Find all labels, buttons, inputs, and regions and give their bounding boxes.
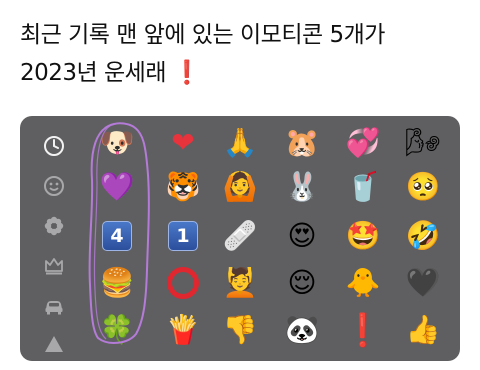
french-fries-emoji[interactable]: 🍟 — [163, 310, 203, 350]
face-massage-emoji[interactable]: 💆 — [220, 263, 260, 303]
tiger-emoji[interactable]: 🐯 — [163, 167, 203, 207]
folded-hands-emoji[interactable]: 🙏 — [220, 123, 260, 163]
caption-line-2-text: 2023년 운세래 — [20, 60, 166, 86]
star-struck-emoji[interactable]: 🤩 — [343, 216, 383, 256]
exclamation-icon: ❗ — [172, 60, 202, 86]
exclamation-emoji[interactable]: ❗ — [343, 310, 383, 350]
purple-heart-emoji[interactable]: 💜 — [97, 167, 137, 207]
four-leaf-clover-emoji[interactable]: 🍀 — [97, 310, 137, 350]
red-circle-shape — [167, 267, 199, 299]
dog-emoji[interactable]: 🐶 — [97, 123, 137, 163]
rolling-laughing-emoji[interactable]: 🤣 — [403, 216, 443, 256]
caption-line-2: 2023년 운세래 ❗ — [20, 54, 470, 92]
emoji-grid: 🐶 ❤ 🙏 🐹 💞 🌬 💜 🐯 🙆 🐰 🥤 🥺 4 1 🩹 😍 🤩 🤣 🍔 💆 … — [20, 116, 460, 361]
bandage-emoji[interactable]: 🩹 — [220, 216, 260, 256]
keycap-one-label: 1 — [168, 221, 198, 251]
caption-line-1: 최근 기록 맨 앞에 있는 이모티콘 5개가 — [20, 22, 385, 48]
red-heart-emoji[interactable]: ❤ — [163, 123, 203, 163]
hamster-emoji[interactable]: 🐹 — [282, 123, 322, 163]
thumbs-down-emoji[interactable]: 👎 — [220, 310, 260, 350]
emoji-keyboard: 🐶 ❤ 🙏 🐹 💞 🌬 💜 🐯 🙆 🐰 🥤 🥺 4 1 🩹 😍 🤩 🤣 🍔 💆 … — [20, 116, 460, 361]
burger-emoji[interactable]: 🍔 — [97, 263, 137, 303]
revolving-hearts-emoji[interactable]: 💞 — [343, 123, 383, 163]
pleading-face-emoji[interactable]: 🥺 — [403, 167, 443, 207]
red-circle-emoji[interactable] — [163, 263, 203, 303]
black-heart-emoji[interactable]: 🖤 — [403, 263, 443, 303]
heart-eyes-emoji[interactable]: 😍 — [282, 216, 322, 256]
cup-with-straw-emoji[interactable]: 🥤 — [343, 167, 383, 207]
thumbs-up-emoji[interactable]: 👍 — [403, 310, 443, 350]
baby-chick-emoji[interactable]: 🐥 — [343, 263, 383, 303]
relieved-face-emoji[interactable]: 😌 — [282, 263, 322, 303]
keycap-four-label: 4 — [102, 221, 132, 251]
keycap-one-emoji[interactable]: 1 — [163, 216, 203, 256]
wind-face-emoji[interactable]: 🌬 — [403, 123, 443, 163]
keycap-four-emoji[interactable]: 4 — [97, 216, 137, 256]
caption: 최근 기록 맨 앞에 있는 이모티콘 5개가 2023년 운세래 ❗ — [20, 16, 470, 92]
rabbit-emoji[interactable]: 🐰 — [282, 167, 322, 207]
person-ok-emoji[interactable]: 🙆 — [220, 167, 260, 207]
panda-emoji[interactable]: 🐼 — [282, 310, 322, 350]
